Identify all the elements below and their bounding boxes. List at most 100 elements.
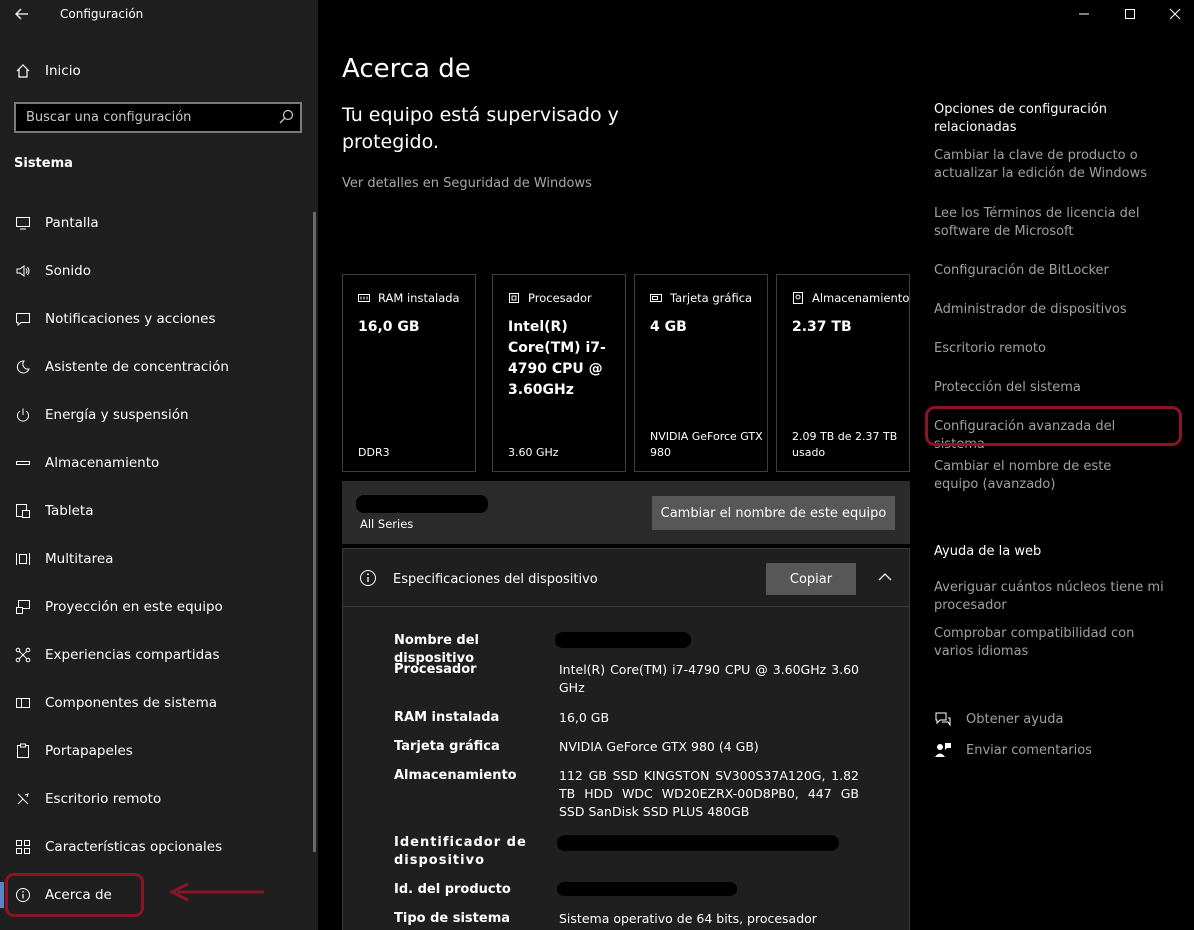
link-system-protection[interactable]: Protección del sistema <box>934 379 1164 397</box>
card-storage: Almacenamiento 2.37 TB 2.09 TB de 2.37 T… <box>776 274 910 472</box>
device-specs-panel: Especificaciones del dispositivo Copiar … <box>342 548 910 930</box>
copy-button[interactable]: Copiar <box>766 563 856 595</box>
back-arrow-icon[interactable] <box>14 6 30 22</box>
sidebar-item-almacenamiento[interactable]: Almacenamiento <box>0 443 318 483</box>
sidebar-item-multitarea[interactable]: Multitarea <box>0 539 318 579</box>
link-bitlocker[interactable]: Configuración de BitLocker <box>934 262 1164 280</box>
rename-pc-button[interactable]: Cambiar el nombre de este equipo <box>652 496 895 530</box>
card-ram: RAM instalada 16,0 GB DDR3 <box>342 274 476 472</box>
remote-icon <box>14 790 32 808</box>
shared-icon <box>14 646 32 664</box>
search-box[interactable] <box>14 102 302 133</box>
spec-value: NVIDIA GeForce GTX 980 (4 GB) <box>559 739 759 754</box>
spec-label: RAM instalada <box>394 710 500 725</box>
drive-icon <box>793 292 803 304</box>
feedback-icon <box>935 743 951 757</box>
sidebar-item-componentes[interactable]: Componentes de sistema <box>0 683 318 723</box>
section-title: Sistema <box>14 156 73 171</box>
sidebar-item-sonido[interactable]: Sonido <box>0 251 318 291</box>
optional-features-icon <box>14 838 32 856</box>
clipboard-icon <box>14 742 32 760</box>
sidebar-scrollbar[interactable] <box>313 212 316 852</box>
feedback-label: Enviar comentarios <box>966 742 1092 758</box>
web-help-heading: Ayuda de la web <box>934 544 1042 559</box>
spec-value: 16,0 GB <box>559 710 610 725</box>
sidebar-item-tableta[interactable]: Tableta <box>0 491 318 531</box>
sidebar-item-label: Proyección en este equipo <box>45 599 223 615</box>
multitask-icon <box>14 550 32 568</box>
sidebar-item-label: Experiencias compartidas <box>45 647 220 663</box>
redacted-value <box>555 632 691 648</box>
card-processor: Procesador Intel(R) Core(TM) i7-4790 CPU… <box>492 274 626 472</box>
sidebar: Configuración Inicio Sistema Pantalla So… <box>0 0 318 930</box>
page-title: Acerca de <box>342 54 471 84</box>
projection-icon <box>14 598 32 616</box>
speaker-icon <box>14 262 32 280</box>
moon-icon <box>14 358 32 376</box>
close-icon[interactable] <box>1167 6 1183 22</box>
spec-label: Identificador de dispositivo <box>394 835 527 868</box>
specs-title: Especificaciones del dispositivo <box>393 572 598 587</box>
card-label: Tarjeta gráfica <box>670 291 753 305</box>
link-rename-advanced[interactable]: Cambiar el nombre de este equipo (avanza… <box>934 458 1144 494</box>
app-title: Configuración <box>60 7 144 21</box>
notification-icon <box>14 310 32 328</box>
sidebar-item-caracteristicas[interactable]: Características opcionales <box>0 827 318 867</box>
security-status: Tu equipo está supervisado y protegido. <box>342 104 619 153</box>
sidebar-item-proyeccion[interactable]: Proyección en este equipo <box>0 587 318 627</box>
sidebar-item-portapapeles[interactable]: Portapapeles <box>0 731 318 771</box>
nav-home[interactable]: Inicio <box>0 51 318 91</box>
maximize-icon[interactable] <box>1122 6 1138 22</box>
redacted-value <box>557 835 839 851</box>
link-remote-desktop[interactable]: Escritorio remoto <box>934 340 1164 358</box>
link-cores[interactable]: Averiguar cuántos núcleos tiene mi proce… <box>934 579 1164 615</box>
search-input[interactable] <box>16 104 272 131</box>
rename-panel: All Series Cambiar el nombre de este equ… <box>342 481 910 544</box>
card-sub: DDR3 <box>358 446 390 459</box>
search-icon[interactable] <box>278 109 294 125</box>
annotation-highlight-acerca <box>5 873 144 917</box>
annotation-highlight-advanced <box>925 406 1182 446</box>
chevron-up-icon[interactable] <box>877 571 893 583</box>
spec-label: Procesador <box>394 662 477 677</box>
specs-header[interactable]: Especificaciones del dispositivo Copiar <box>343 549 909 607</box>
minimize-icon[interactable] <box>1076 6 1092 22</box>
power-icon <box>14 406 32 424</box>
sidebar-item-label: Asistente de concentración <box>45 359 229 375</box>
sidebar-item-notificaciones[interactable]: Notificaciones y acciones <box>0 299 318 339</box>
info-icon <box>360 570 376 586</box>
spec-value: Sistema operativo de 64 bits, procesador <box>559 911 817 926</box>
spec-label: Almacenamiento <box>394 768 517 783</box>
card-sub: 2.09 TB de 2.37 TB usado <box>792 430 898 459</box>
card-sub: NVIDIA GeForce GTX 980 <box>650 430 763 459</box>
redacted-value <box>557 882 737 896</box>
card-sub: 3.60 GHz <box>508 446 559 459</box>
sidebar-item-escritorio-remoto[interactable]: Escritorio remoto <box>0 779 318 819</box>
security-link[interactable]: Ver detalles en Seguridad de Windows <box>342 176 592 191</box>
link-product-key[interactable]: Cambiar la clave de producto o actualiza… <box>934 147 1154 183</box>
get-help-label: Obtener ayuda <box>966 711 1064 727</box>
sidebar-item-label: Escritorio remoto <box>45 791 162 807</box>
home-icon <box>14 62 32 80</box>
annotation-arrow-icon <box>168 882 264 902</box>
help-chat-icon <box>935 712 951 727</box>
sidebar-item-label: Notificaciones y acciones <box>45 311 216 327</box>
sidebar-item-concentracion[interactable]: Asistente de concentración <box>0 347 318 387</box>
link-license-terms[interactable]: Lee los Términos de licencia del softwar… <box>934 205 1154 241</box>
tablet-icon <box>14 502 32 520</box>
storage-icon <box>14 454 32 472</box>
get-help-link[interactable]: Obtener ayuda <box>934 710 1063 728</box>
link-device-manager[interactable]: Administrador de dispositivos <box>934 301 1164 319</box>
sidebar-item-pantalla[interactable]: Pantalla <box>0 203 318 243</box>
spec-label: Tipo de sistema <box>394 911 511 926</box>
link-languages[interactable]: Comprobar compatibilidad con varios idio… <box>934 625 1174 661</box>
ram-icon <box>358 294 370 302</box>
feedback-link[interactable]: Enviar comentarios <box>934 741 1092 759</box>
card-value: 2.37 TB <box>792 319 852 335</box>
sidebar-item-experiencias[interactable]: Experiencias compartidas <box>0 635 318 675</box>
sidebar-item-label: Portapapeles <box>45 743 133 759</box>
nav-home-label: Inicio <box>45 63 81 79</box>
sidebar-item-label: Sonido <box>45 263 91 279</box>
card-label: Procesador <box>528 291 592 305</box>
sidebar-item-energia[interactable]: Energía y suspensión <box>0 395 318 435</box>
